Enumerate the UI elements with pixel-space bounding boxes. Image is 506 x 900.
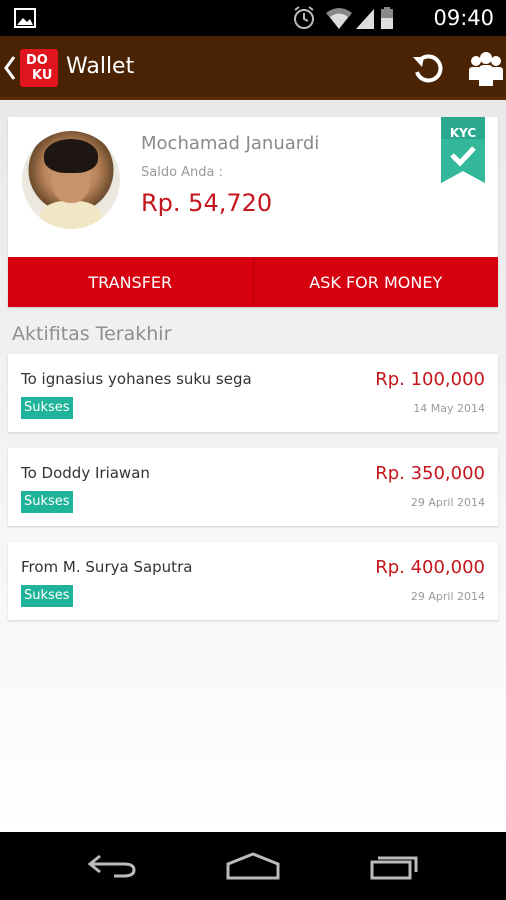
ask-for-money-button[interactable]: ASK FOR MONEY	[252, 257, 498, 307]
user-name: Mochamad Januardi	[141, 133, 320, 154]
activity-date: 14 May 2014	[413, 402, 485, 415]
doku-logo[interactable]: DO KU	[20, 49, 58, 87]
section-title: Aktifitas Terakhir	[12, 323, 172, 345]
transfer-button[interactable]: TRANSFER	[8, 257, 253, 307]
balance-label: Saldo Anda :	[141, 165, 224, 180]
refresh-icon[interactable]	[410, 51, 446, 87]
activity-description: From M. Surya Saputra	[21, 558, 193, 576]
activity-amount: Rp. 350,000	[375, 463, 485, 484]
status-bar: 09:40	[0, 0, 506, 36]
logo-text-top: DO	[26, 53, 48, 68]
kyc-badge: KYC	[441, 117, 485, 183]
kyc-label: KYC	[449, 126, 477, 140]
app-bar: DO KU Wallet	[0, 36, 506, 100]
balance-value: Rp. 54,720	[141, 189, 273, 217]
action-buttons: TRANSFER ASK FOR MONEY	[8, 257, 498, 307]
navigation-bar	[0, 832, 506, 900]
profile-card: Mochamad Januardi Saldo Anda : Rp. 54,72…	[8, 117, 498, 307]
page-title: Wallet	[66, 54, 135, 79]
nav-back-icon[interactable]	[86, 852, 140, 880]
activity-description: To Doddy Iriawan	[21, 464, 150, 482]
back-chevron-icon[interactable]	[2, 54, 18, 82]
activity-date: 29 April 2014	[410, 496, 485, 509]
avatar[interactable]	[22, 131, 120, 229]
content-area: Mochamad Januardi Saldo Anda : Rp. 54,72…	[0, 103, 506, 832]
logo-text-bottom: KU	[32, 68, 53, 83]
activity-amount: Rp. 400,000	[375, 557, 485, 578]
nav-home-icon[interactable]	[226, 852, 280, 880]
list-item[interactable]: To ignasius yohanes suku sega Sukses Rp.…	[8, 354, 498, 432]
status-badge: Sukses	[21, 491, 73, 513]
group-icon[interactable]	[468, 50, 504, 88]
nav-recents-icon[interactable]	[368, 852, 422, 880]
battery-icon	[381, 7, 393, 29]
list-item[interactable]: From M. Surya Saputra Sukses Rp. 400,000…	[8, 542, 498, 620]
status-clock: 09:40	[433, 6, 494, 30]
gallery-icon	[14, 8, 36, 28]
activity-date: 29 April 2014	[410, 590, 485, 603]
alarm-icon	[294, 6, 314, 29]
activity-description: To ignasius yohanes suku sega	[21, 370, 252, 388]
activity-amount: Rp. 100,000	[375, 369, 485, 390]
system-status-icons	[294, 6, 393, 29]
list-item[interactable]: To Doddy Iriawan Sukses Rp. 350,000 29 A…	[8, 448, 498, 526]
wifi-icon	[326, 8, 352, 29]
signal-icon	[356, 9, 374, 29]
status-badge: Sukses	[21, 397, 73, 419]
status-badge: Sukses	[21, 585, 73, 607]
